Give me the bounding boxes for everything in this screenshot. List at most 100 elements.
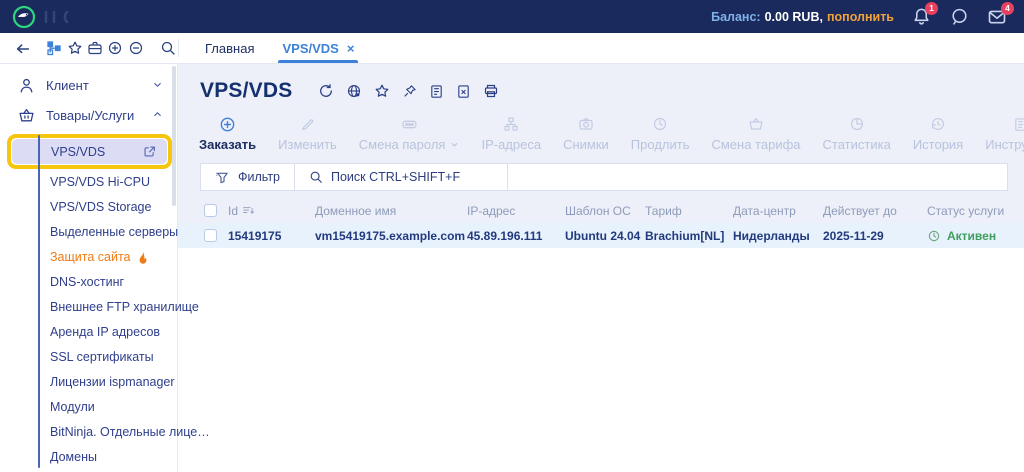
main-panel: VPS/VDS Заказать Изменить — [178, 64, 1024, 472]
notifications-bell[interactable]: 1 — [910, 6, 932, 28]
sidebar: Клиент Товары/Услуги VPS/VDS VPS/VDS Hi-… — [0, 64, 178, 472]
tab-home[interactable]: Главная — [205, 33, 254, 63]
cell-id: 15419175 — [228, 229, 315, 243]
chevron-down-icon — [450, 140, 459, 149]
filter-button[interactable]: Фильтр — [201, 164, 294, 190]
favorites-star-icon[interactable] — [65, 40, 85, 56]
sidebar-item-label: Домены — [50, 445, 97, 470]
logo-wordmark — [43, 9, 77, 25]
tree-menu-icon[interactable] — [44, 40, 64, 56]
print-icon[interactable] — [483, 83, 499, 99]
services-table: Id Доменное имя IP-адрес Шаблон ОС Тариф… — [178, 198, 1024, 248]
button-label: Статистика — [823, 137, 891, 152]
history-button[interactable]: История — [902, 116, 974, 152]
back-arrow-icon[interactable] — [12, 40, 32, 57]
sidebar-item-modules[interactable]: Модули — [0, 395, 177, 420]
star-icon[interactable] — [374, 83, 390, 99]
sidebar-item-ftp[interactable]: Внешнее FTP хранилище — [0, 295, 177, 320]
order-button[interactable]: Заказать — [188, 116, 267, 152]
tab-vps-vds-label: VPS/VDS — [282, 41, 338, 56]
network-icon — [503, 116, 519, 132]
logo[interactable] — [12, 5, 77, 29]
messages[interactable]: 4 — [986, 6, 1008, 28]
filter-label: Фильтр — [238, 170, 280, 184]
column-os[interactable]: Шаблон ОС — [565, 204, 645, 218]
sidebar-item-site-protection[interactable]: Защита сайта — [0, 245, 177, 270]
sidebar-item-vps-storage[interactable]: VPS/VDS Storage — [0, 195, 177, 220]
instruction-button[interactable]: Инструкция — [974, 116, 1024, 152]
topup-link[interactable]: пополнить — [827, 10, 894, 24]
change-tariff-button[interactable]: Смена тарифа — [700, 116, 811, 152]
refresh-icon[interactable] — [318, 83, 334, 99]
sidebar-item-label: VPS/VDS Storage — [50, 195, 151, 220]
sidebar-item-ssl[interactable]: SSL сертификаты — [0, 345, 177, 370]
renew-button[interactable]: Продлить — [620, 116, 701, 152]
sidebar-scrollbar[interactable] — [172, 66, 176, 206]
column-datacenter[interactable]: Дата-центр — [733, 204, 823, 218]
column-valid-until[interactable]: Действует до — [823, 204, 927, 218]
column-status[interactable]: Статус услуги — [927, 204, 1024, 218]
row-checkbox[interactable] — [204, 229, 217, 242]
sidebar-section-products[interactable]: Товары/Услуги — [0, 100, 177, 130]
edit-button[interactable]: Изменить — [267, 116, 348, 152]
balance-label: Баланс: — [711, 10, 761, 24]
sidebar-item-bitninja[interactable]: BitNinja. Отдельные лице… — [0, 420, 177, 445]
sidebar-item-label: Аренда IP адресов — [50, 320, 160, 345]
quick-nav-icons — [0, 33, 178, 63]
statistics-button[interactable]: Статистика — [812, 116, 902, 152]
search-icon — [309, 170, 323, 184]
sidebar-item-label: BitNinja. Отдельные лице… — [50, 420, 210, 445]
column-ip[interactable]: IP-адрес — [467, 204, 565, 218]
sidebar-item-dns[interactable]: DNS-хостинг — [0, 270, 177, 295]
sidebar-item-ispmanager[interactable]: Лицензии ispmanager — [0, 370, 177, 395]
column-label: Id — [228, 204, 238, 218]
tab-close-icon[interactable]: × — [347, 41, 355, 56]
actions-toolbar: Заказать Изменить Смена пароля IP-адреса… — [178, 103, 1024, 152]
cell-domain: vm15419175.example.com — [315, 229, 467, 243]
search-icon[interactable] — [158, 40, 178, 56]
select-all-checkbox[interactable] — [204, 204, 217, 217]
sort-icon — [242, 204, 255, 217]
report-icon[interactable] — [429, 84, 444, 99]
support-chat[interactable] — [948, 6, 970, 28]
briefcase-icon[interactable] — [85, 40, 105, 56]
column-label: Дата-центр — [733, 204, 796, 218]
button-label: Инструкция — [985, 137, 1024, 152]
globe-icon[interactable] — [346, 83, 362, 99]
tab-vps-vds[interactable]: VPS/VDS × — [282, 33, 354, 63]
search-trigger[interactable]: Поиск CTRL+SHIFT+F — [295, 164, 507, 190]
snapshots-button[interactable]: Снимки — [552, 116, 620, 152]
change-password-button[interactable]: Смена пароля — [348, 116, 471, 152]
button-label: Продлить — [631, 137, 690, 152]
column-label: Шаблон ОС — [565, 204, 631, 218]
filterbar-separator — [507, 164, 508, 190]
tab-home-label: Главная — [205, 41, 254, 56]
pencil-icon — [300, 116, 315, 132]
column-tariff[interactable]: Тариф — [645, 204, 733, 218]
zoom-in-icon[interactable] — [105, 40, 125, 56]
status-clock-icon — [927, 229, 941, 243]
sidebar-section-label: Товары/Услуги — [46, 108, 134, 123]
sidebar-section-client[interactable]: Клиент — [0, 70, 177, 100]
export-icon[interactable] — [456, 84, 471, 99]
page-title: VPS/VDS — [200, 79, 292, 103]
external-link-icon[interactable] — [143, 145, 156, 158]
sidebar-item-domains[interactable]: Домены — [0, 445, 177, 470]
sidebar-item-vps-vds[interactable]: VPS/VDS — [12, 139, 167, 164]
table-row[interactable]: 15419175 vm15419175.example.com 45.89.19… — [178, 223, 1024, 248]
ip-addresses-button[interactable]: IP-адреса — [470, 116, 552, 152]
filter-bar: Фильтр Поиск CTRL+SHIFT+F — [200, 163, 1008, 191]
password-icon — [401, 116, 418, 132]
sidebar-item-vps-hicpu[interactable]: VPS/VDS Hi-CPU — [0, 170, 177, 195]
column-id[interactable]: Id — [228, 204, 315, 218]
tabs: Главная VPS/VDS × — [205, 33, 354, 63]
zoom-out-icon[interactable] — [125, 40, 145, 56]
table-header: Id Доменное имя IP-адрес Шаблон ОС Тариф… — [178, 198, 1024, 223]
cell-os: Ubuntu 24.04 — [565, 229, 645, 243]
sidebar-item-dedicated[interactable]: Выделенные серверы — [0, 220, 177, 245]
sidebar-item-ip-rent[interactable]: Аренда IP адресов — [0, 320, 177, 345]
column-domain[interactable]: Доменное имя — [315, 204, 467, 218]
messages-badge: 4 — [1001, 2, 1014, 15]
sidebar-item-label: Выделенные серверы — [50, 220, 178, 245]
pin-icon[interactable] — [402, 84, 417, 99]
